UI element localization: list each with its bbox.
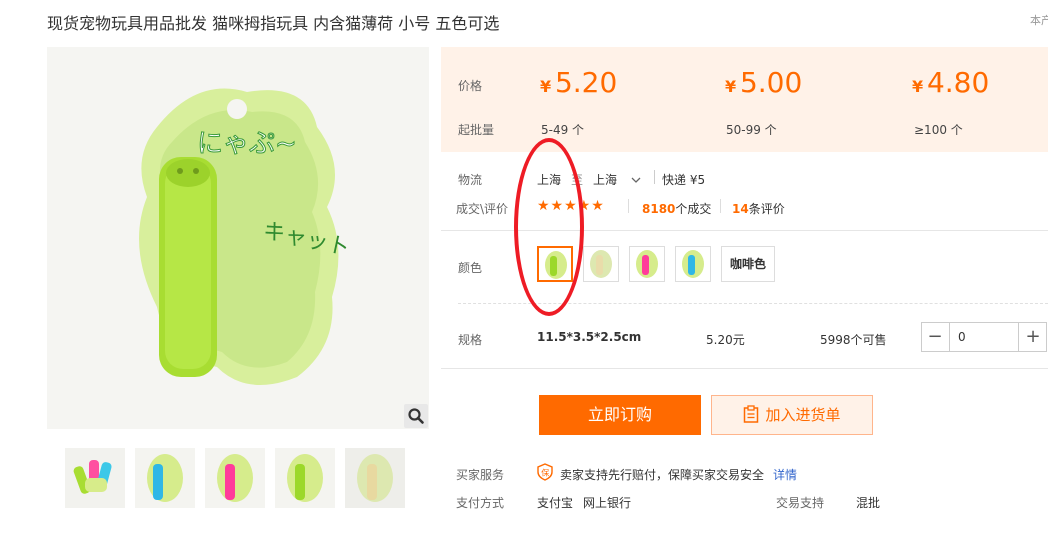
tier-price: 5.20 xyxy=(554,66,618,99)
deals-count[interactable]: 8180个成交 xyxy=(642,200,711,217)
tier-qty: 50-99 个 xyxy=(726,123,777,137)
thumbnail-1[interactable] xyxy=(65,448,125,508)
logistics-label: 物流 xyxy=(458,173,483,187)
thumbnail-image xyxy=(345,448,405,508)
buy-now-button[interactable]: 立即订购 xyxy=(539,395,701,435)
search-icon xyxy=(408,408,424,424)
shipping-fee: 快递 ¥5 xyxy=(662,173,706,187)
reviews-count[interactable]: 14条评价 xyxy=(732,200,785,217)
tier-price: 4.80 xyxy=(926,66,990,99)
spec-stock: 5998个可售 xyxy=(820,333,887,347)
moq-label: 起批量 xyxy=(458,123,495,137)
product-title: 现货宠物玩具用品批发 猫咪拇指玩具 内含猫薄荷 小号 五色可选 xyxy=(47,14,500,33)
svg-text:にゃぷ~: にゃぷ~ xyxy=(197,129,297,159)
swatch-image xyxy=(636,250,658,278)
payment-label: 支付方式 xyxy=(456,496,505,510)
price-tier-3: ¥ 4.80 xyxy=(912,66,989,99)
guarantee-icon: 保 xyxy=(537,463,553,484)
divider xyxy=(628,199,629,213)
details-link[interactable]: 详情 xyxy=(773,466,797,483)
currency-symbol: ¥ xyxy=(540,77,552,96)
thumbnail-2[interactable] xyxy=(135,448,195,508)
payment-alipay: 支付宝 xyxy=(537,496,574,510)
add-to-cart-button[interactable]: 加入进货单 xyxy=(711,395,873,435)
currency-symbol: ¥ xyxy=(725,77,737,96)
deals-number: 8180 xyxy=(642,202,676,216)
divider xyxy=(720,199,721,213)
destination-select[interactable]: 上海 xyxy=(593,171,641,188)
color-swatch-pink[interactable] xyxy=(629,246,665,282)
clipboard-icon xyxy=(744,405,759,423)
color-swatch-blue[interactable] xyxy=(675,246,711,282)
price-tier-1: ¥ 5.20 xyxy=(540,66,617,99)
swatch-image xyxy=(682,250,704,278)
increment-button[interactable]: + xyxy=(1020,323,1046,351)
zoom-button[interactable] xyxy=(404,404,428,428)
spec-price: 5.20元 xyxy=(706,333,745,347)
chevron-down-icon xyxy=(631,177,641,183)
product-photo: キャット にゃぷ~ xyxy=(47,47,429,429)
spec-label: 规格 xyxy=(458,333,483,347)
tier-qty: ≥100 个 xyxy=(914,123,963,137)
swatch-image xyxy=(590,250,612,278)
decrement-button[interactable]: − xyxy=(922,323,948,351)
thumbnail-4[interactable] xyxy=(275,448,335,508)
svg-text:保: 保 xyxy=(541,468,549,478)
thumbnail-3[interactable] xyxy=(205,448,265,508)
thumbnail-image xyxy=(65,448,125,508)
trade-support-value: 混批 xyxy=(856,496,881,510)
reviews-suffix: 条评价 xyxy=(748,202,785,216)
main-product-image[interactable]: キャット にゃぷ~ xyxy=(47,47,429,429)
thumbnail-image xyxy=(205,448,265,508)
reviews-number: 14 xyxy=(732,202,749,216)
price-tier-2: ¥ 5.00 xyxy=(725,66,802,99)
quantity-input[interactable] xyxy=(949,323,1019,351)
color-label: 颜色 xyxy=(458,261,483,275)
deals-suffix: 个成交 xyxy=(675,202,712,216)
trade-support-label: 交易支持 xyxy=(776,496,825,510)
payment-bank: 网上银行 xyxy=(583,496,632,510)
currency-symbol: ¥ xyxy=(912,77,924,96)
annotation-circle xyxy=(514,138,584,316)
thumbnail-image xyxy=(135,448,195,508)
buyer-service-text: 卖家支持先行赔付，保障买家交易安全 xyxy=(560,468,765,482)
corner-text: 本产 xyxy=(1030,14,1048,27)
thumbnail-image xyxy=(275,448,335,508)
thumbnail-5[interactable] xyxy=(345,448,405,508)
price-label: 价格 xyxy=(458,79,483,93)
buyer-service-label: 买家服务 xyxy=(456,468,505,482)
color-option-coffee[interactable]: 咖啡色 xyxy=(721,246,775,282)
divider xyxy=(654,170,655,184)
tier-price: 5.00 xyxy=(739,66,803,99)
add-to-cart-label: 加入进货单 xyxy=(765,406,841,424)
spec-size: 11.5*3.5*2.5cm xyxy=(537,330,642,344)
color-swatch-beige[interactable] xyxy=(583,246,619,282)
quantity-stepper[interactable]: − + xyxy=(921,322,1047,352)
destination-value: 上海 xyxy=(593,173,618,187)
tier-qty: 5-49 个 xyxy=(541,123,585,137)
trade-label: 成交\评价 xyxy=(456,202,509,216)
separator xyxy=(441,368,1048,369)
